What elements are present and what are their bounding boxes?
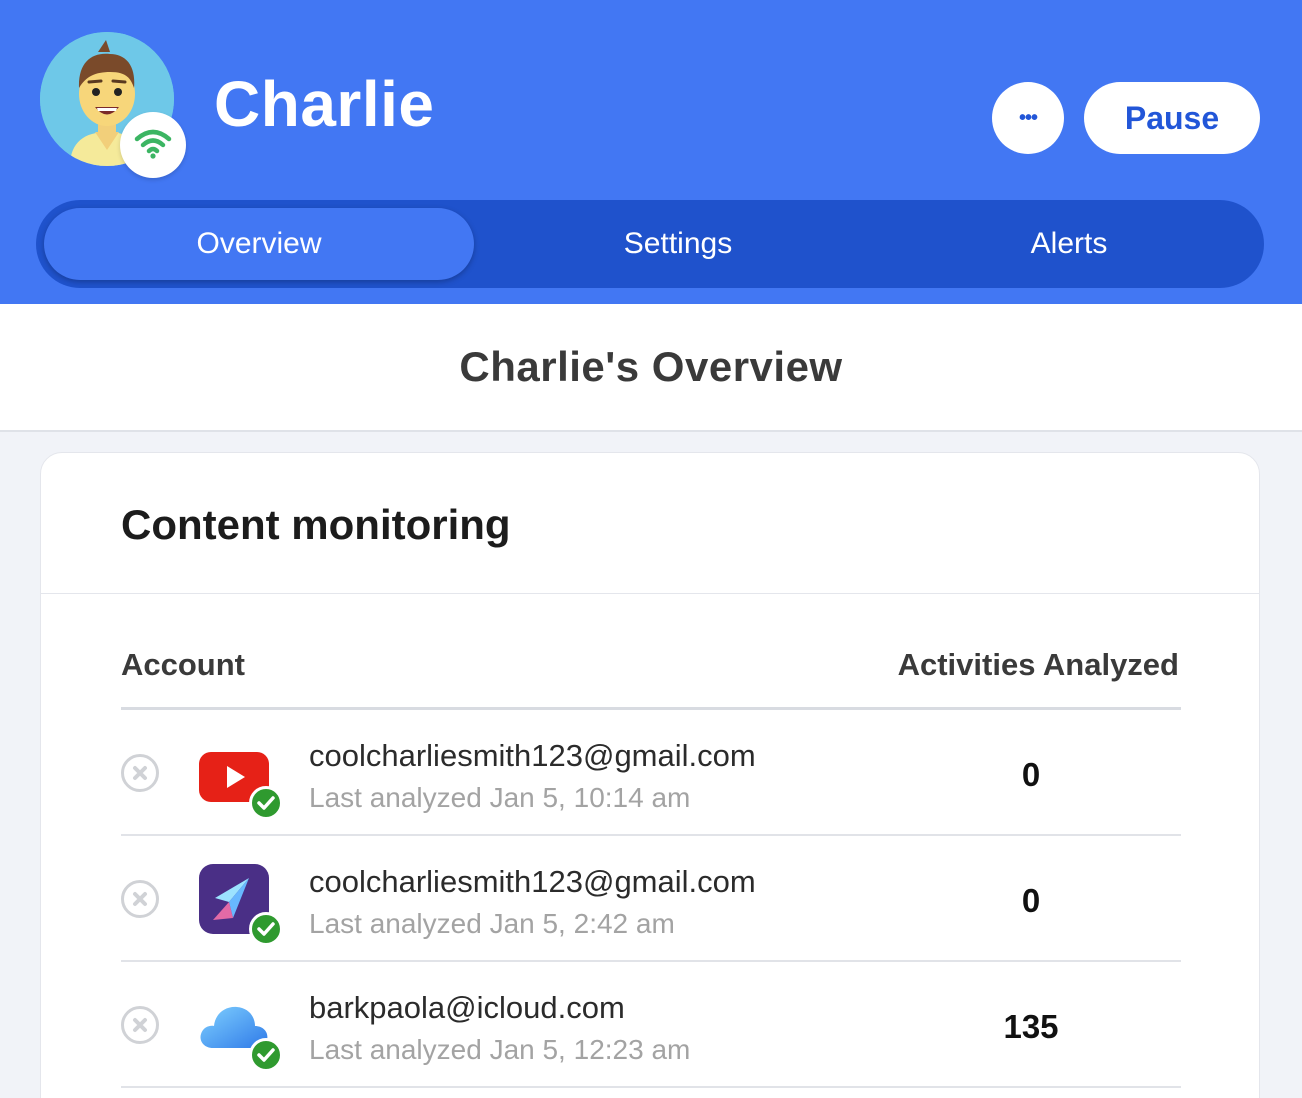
last-analyzed: Last analyzed Jan 5, 10:14 am [309, 782, 691, 813]
last-analyzed: Last analyzed Jan 5, 2:42 am [309, 908, 675, 939]
page-title: Charlie's Overview [459, 343, 843, 390]
remove-account-button[interactable] [121, 754, 159, 792]
table-row: coolcharliesmith123@gmail.com Last analy… [121, 710, 1181, 836]
verified-check-icon [249, 1038, 283, 1072]
tab-bar: Overview Settings Alerts [36, 200, 1264, 288]
table-row: coolcharliesmith123@gmail.com Last analy… [121, 836, 1181, 962]
remove-icon [133, 1018, 147, 1032]
table-row: barkpaola@icloud.com Last analyzed Jan 5… [121, 962, 1181, 1088]
verified-check-icon [249, 786, 283, 820]
account-email: barkpaola@icloud.com [309, 990, 625, 1025]
content-monitoring-card: Content monitoring Account Activities An… [40, 452, 1260, 1098]
profile-header: Charlie ••• Pause Overview Settings Aler… [0, 0, 1302, 304]
verified-check-icon [249, 912, 283, 946]
connection-badge [120, 112, 186, 178]
wifi-icon [133, 127, 173, 164]
divider [41, 593, 1259, 594]
last-analyzed: Last analyzed Jan 5, 12:23 am [309, 1034, 691, 1065]
child-name: Charlie [214, 68, 435, 140]
card-title: Content monitoring [121, 501, 511, 548]
pause-button[interactable]: Pause [1084, 82, 1260, 154]
page-title-bar: Charlie's Overview [0, 304, 1302, 432]
activities-count: 0 [1021, 882, 1041, 919]
more-dots-icon: ••• [1018, 107, 1038, 129]
remove-icon [133, 766, 147, 780]
column-header-activities: Activities Analyzed [897, 647, 1179, 682]
remove-icon [133, 892, 147, 906]
activities-count: 135 [1003, 1008, 1059, 1045]
account-email: coolcharliesmith123@gmail.com [309, 738, 756, 773]
remove-account-button[interactable] [121, 1006, 159, 1044]
tab-overview[interactable]: Overview [44, 208, 474, 280]
account-email: coolcharliesmith123@gmail.com [309, 864, 756, 899]
activities-count: 0 [1021, 756, 1041, 793]
more-options-button[interactable]: ••• [992, 82, 1064, 154]
remove-account-button[interactable] [121, 880, 159, 918]
tab-settings[interactable]: Settings [474, 208, 882, 280]
avatar-container [40, 22, 186, 178]
column-header-account: Account [121, 647, 245, 682]
tab-alerts[interactable]: Alerts [882, 208, 1256, 280]
